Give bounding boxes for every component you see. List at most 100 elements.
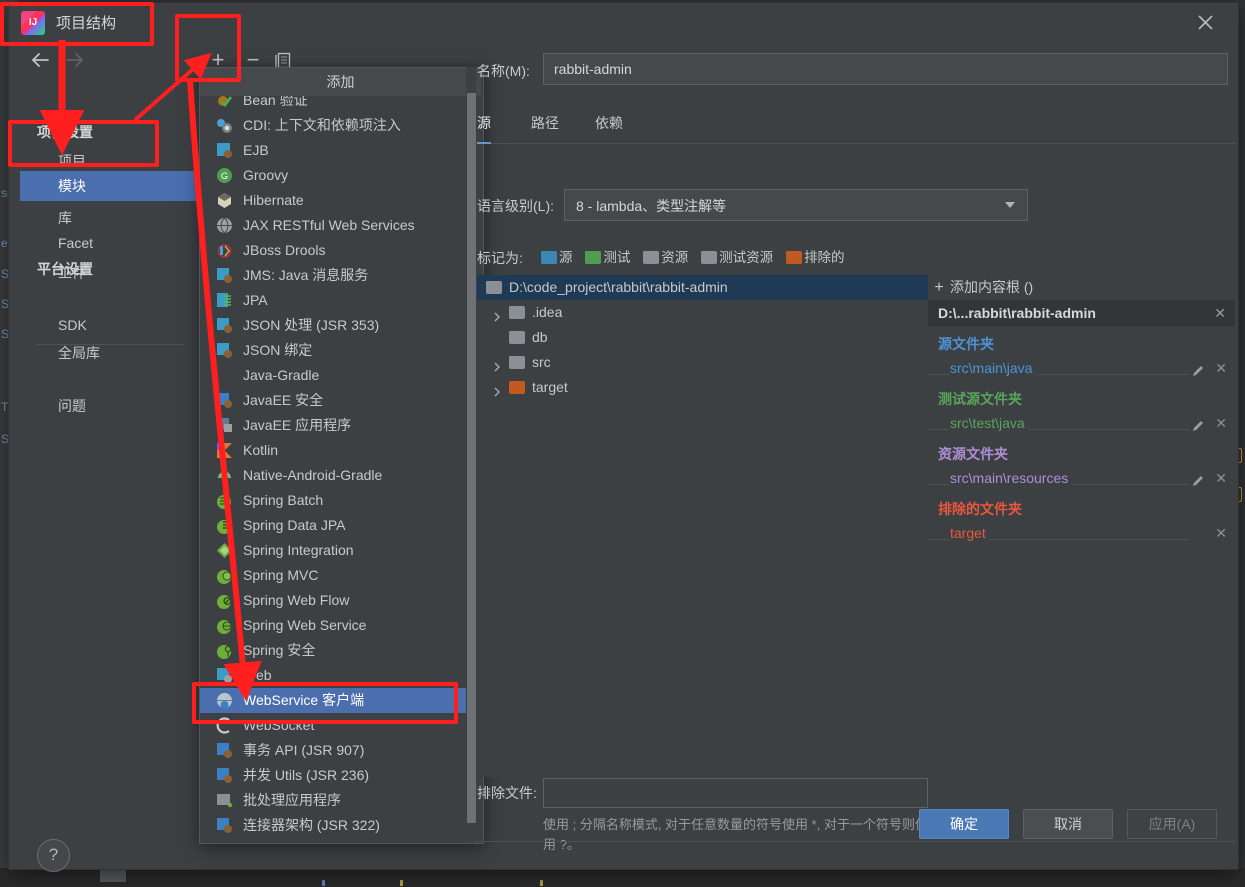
menu-item-cdi[interactable]: CDI: 上下文和依赖项注入 [200,113,466,138]
table-row[interactable]: target [477,375,929,400]
test-resources-folder-icon [701,251,718,264]
menu-item-json-processing[interactable]: JSON 处理 (JSR 353) [200,313,466,338]
test-folder-icon [585,251,602,264]
sidebar-item-sdk[interactable]: SDK [20,310,200,340]
bean-validation-icon [216,96,233,109]
mark-as-sources-button[interactable]: 源 [541,246,573,266]
root-entry[interactable]: src\main\resources ✕ [928,466,1235,491]
menu-item-kotlin[interactable]: Kotlin [200,438,466,463]
table-row[interactable]: .idea [477,300,929,325]
backdrop-tick [540,880,543,886]
mark-label: 测试资源 [719,250,774,265]
chevron-right-icon[interactable] [491,356,503,372]
menu-item-jax-rs[interactable]: JAX RESTful Web Services [200,213,466,238]
root-entry[interactable]: src\test\java ✕ [928,411,1235,436]
close-icon[interactable]: ✕ [1215,521,1227,546]
menu-item-connector-architecture[interactable]: 连接器架构 (JSR 322) [200,813,466,838]
cdi-icon [216,117,233,134]
menu-item-batch-application[interactable]: 批处理应用程序 [200,788,466,813]
spring-data-jpa-icon [216,517,233,534]
table-row[interactable]: db [477,325,929,350]
mark-as-buttons: 源 测试 资源 测试资源 排除的 [541,246,854,266]
menu-item-transaction-api[interactable]: 事务 API (JSR 907) [200,738,466,763]
batch-app-icon [216,792,233,809]
language-level-select[interactable]: 8 - lambda、类型注解等 [564,189,1028,221]
menu-item-ejb[interactable]: EJB [200,138,466,163]
menu-item-label: JavaEE 应用程序 [243,417,352,433]
menu-item-spring-web-service[interactable]: Spring Web Service [200,613,466,638]
help-button[interactable]: ? [37,839,70,872]
menu-item-spring-integration[interactable]: Spring Integration [200,538,466,563]
close-icon[interactable]: ✕ [1214,300,1226,326]
close-icon[interactable]: ✕ [1215,356,1227,381]
menu-item-spring-mvc[interactable]: Spring MVC [200,563,466,588]
menu-item-hibernate[interactable]: Hibernate [200,188,466,213]
close-icon[interactable]: ✕ [1215,466,1227,491]
menu-item-jms[interactable]: JMS: Java 消息服务 [200,263,466,288]
menu-item-bean-validation[interactable]: Bean 验证 [200,96,466,113]
jax-rs-icon [216,217,233,234]
sidebar-item-facet[interactable]: Facet [20,228,200,258]
arrow-left-icon[interactable] [28,49,56,73]
sidebar-item-artifacts[interactable]: 工件 [20,258,200,288]
module-name-input[interactable] [543,53,1228,85]
chevron-right-icon[interactable] [491,306,503,322]
table-row[interactable]: D:\code_project\rabbit\rabbit-admin [477,275,929,300]
excluded-files-hint: 使用 ; 分隔名称模式, 对于任意数量的符号使用 *, 对于一个符号则使用 ?。 [543,817,928,852]
sidebar-item-global-libraries[interactable]: 全局库 [20,338,200,368]
connector-arch-icon [216,817,233,834]
sidebar-item-problems[interactable]: 问题 [20,391,200,421]
resources-folder-icon [643,251,660,264]
tree-node-label: db [532,329,548,345]
chevron-right-icon[interactable] [491,381,503,397]
cancel-button[interactable]: 取消 [1023,809,1113,839]
root-entry-path: target [950,525,989,541]
menu-item-groovy[interactable]: G Groovy [200,163,466,188]
apply-button[interactable]: 应用(A) [1127,809,1217,839]
menu-item-label: Groovy [243,167,289,183]
menu-item-native-android-gradle[interactable]: Native-Android-Gradle [200,463,466,488]
mark-as-resources-button[interactable]: 资源 [643,246,688,266]
menu-item-java-gradle[interactable]: Java-Gradle [200,363,466,388]
excluded-files-input[interactable] [543,778,928,808]
menu-item-spring-data-jpa[interactable]: Spring Data JPA [200,513,466,538]
menu-item-jpa[interactable]: JPA [200,288,466,313]
tab-dependencies[interactable]: 依赖 [595,108,623,142]
javaee-app-icon [216,417,233,434]
menu-item-label: JMS: Java 消息服务 [243,267,369,283]
menu-item-concurrency-utils[interactable]: 并发 Utils (JSR 236) [200,763,466,788]
add-framework-list[interactable]: Bean 验证 CDI: 上下文和依赖项注入 EJB G Groovy Hibe… [200,96,466,841]
ok-button[interactable]: 确定 [919,809,1009,839]
root-group-title: 资源文件夹 [938,446,1008,462]
spring-security-icon [216,642,233,659]
root-entry[interactable]: src\main\java ✕ [928,356,1235,381]
sidebar-item-modules[interactable]: 模块 [20,171,213,201]
mark-as-excluded-button[interactable]: 排除的 [786,246,845,266]
edit-icon[interactable] [1191,416,1205,431]
close-icon[interactable]: ✕ [1215,411,1227,436]
annotation-box-title [0,2,154,46]
menu-item-json-binding[interactable]: JSON 绑定 [200,338,466,363]
tab-paths[interactable]: 路径 [531,108,559,142]
menu-item-javaee-application[interactable]: JavaEE 应用程序 [200,413,466,438]
edit-icon[interactable] [1191,361,1205,376]
menu-item-spring-batch[interactable]: Spring Batch [200,488,466,513]
menu-item-spring-web-flow[interactable]: Spring Web Flow [200,588,466,613]
edit-icon[interactable] [1191,471,1205,486]
root-group-resources: 资源文件夹 src\main\resources ✕ [928,436,1235,491]
table-row[interactable]: src [477,350,929,375]
content-root-tree[interactable]: D:\code_project\rabbit\rabbit-admin .ide… [477,275,930,777]
tab-sources[interactable]: 源 [477,108,491,144]
menu-item-label: JSON 绑定 [243,342,313,358]
menu-item-spring-security[interactable]: Spring 安全 [200,638,466,663]
transaction-api-icon [216,742,233,759]
root-entry[interactable]: target ✕ [928,521,1235,546]
mark-as-test-resources-button[interactable]: 测试资源 [701,246,773,266]
menu-item-javaee-security[interactable]: JavaEE 安全 [200,388,466,413]
add-content-root-button[interactable]: + 添加内容根 () [928,275,1235,300]
arrow-right-icon[interactable] [62,49,90,73]
mark-as-tests-button[interactable]: 测试 [585,246,630,266]
close-icon[interactable] [1189,8,1223,38]
menu-item-jboss-drools[interactable]: JBoss Drools [200,238,466,263]
menu-item-label: Spring Data JPA [243,517,346,533]
